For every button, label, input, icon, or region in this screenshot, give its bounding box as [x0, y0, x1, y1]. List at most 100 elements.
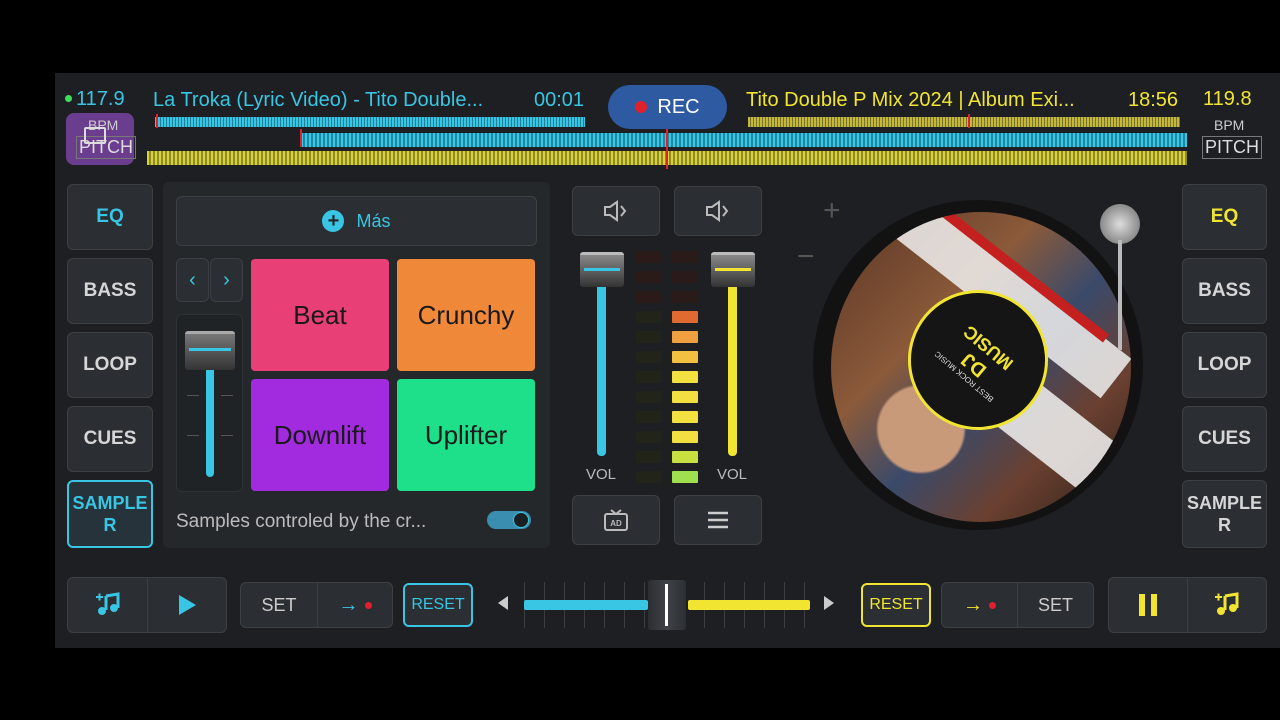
- record-dot-icon: [635, 101, 648, 113]
- vu-right-cell: [672, 371, 698, 383]
- right-music-add-button[interactable]: [1188, 578, 1266, 632]
- more-samples-button[interactable]: + Más: [176, 196, 537, 246]
- left-volume-handle[interactable]: [580, 252, 624, 287]
- right-volume-fader[interactable]: [709, 250, 757, 460]
- crossfader-left-fill: [524, 600, 648, 610]
- right-pitch-label[interactable]: PITCH: [1202, 136, 1262, 159]
- arrow-record-icon: →: [963, 594, 996, 617]
- right-eq-button[interactable]: EQ: [1182, 184, 1267, 250]
- vu-right-cell: [672, 351, 698, 363]
- vu-right-cell: [672, 251, 698, 263]
- more-samples-label: Más: [356, 210, 391, 231]
- vu-left-cell: [636, 251, 662, 263]
- right-reset-button[interactable]: RESET: [861, 583, 931, 627]
- right-loop-button[interactable]: LOOP: [1182, 332, 1267, 398]
- vu-left-cell: [636, 391, 662, 403]
- pad-downlift-label: Downlift: [273, 419, 367, 450]
- left-mini-playhead: [156, 114, 158, 128]
- left-cues-button[interactable]: CUES: [67, 406, 153, 472]
- right-sampler-button[interactable]: SAMPLE R: [1182, 480, 1267, 548]
- pad-crunchy[interactable]: Crunchy: [397, 259, 535, 371]
- rec-button[interactable]: REC: [608, 85, 727, 129]
- vu-right-cell: [672, 331, 698, 343]
- right-track-title: Tito Double P Mix 2024 | Album Exi...: [746, 89, 1075, 111]
- right-bass-button[interactable]: BASS: [1182, 258, 1267, 324]
- vu-left-cell: [636, 271, 662, 283]
- vu-left-cell: [636, 351, 662, 363]
- crossfader-right-fill: [688, 600, 810, 610]
- pad-crunchy-label: Crunchy: [417, 299, 515, 330]
- left-eq-button[interactable]: EQ: [67, 184, 153, 250]
- sampler-control-toggle[interactable]: [487, 511, 531, 529]
- left-music-add-button[interactable]: [68, 578, 148, 632]
- right-mini-waveform[interactable]: [748, 117, 1180, 127]
- right-bpm-value: 119.8: [1203, 88, 1252, 110]
- right-mute-button[interactable]: [674, 186, 762, 236]
- vu-right-cell: [672, 471, 698, 483]
- sampler-footer-text: Samples controled by the cr...: [176, 511, 427, 532]
- pitch-minus[interactable]: −: [797, 240, 815, 274]
- vu-left-cell: [636, 331, 662, 343]
- left-main-playhead: [300, 129, 302, 147]
- pitch-plus[interactable]: +: [823, 194, 841, 228]
- ad-tv-button[interactable]: AD: [572, 495, 660, 545]
- right-vol-label: VOL: [717, 466, 748, 483]
- vu-right-cell: [672, 271, 698, 283]
- right-mini-playhead: [968, 114, 970, 128]
- right-volume-fill: [728, 276, 737, 456]
- crossfader-right-arrow[interactable]: [824, 596, 834, 610]
- left-set-button[interactable]: SET: [241, 583, 318, 627]
- left-mute-button[interactable]: [572, 186, 660, 236]
- vu-right-cell: [672, 431, 698, 443]
- left-volume-fader[interactable]: [578, 250, 626, 460]
- vu-right-cell: [672, 451, 698, 463]
- left-reset-button[interactable]: RESET: [403, 583, 473, 627]
- right-bpm-label: BPM: [1214, 117, 1245, 133]
- vu-right-cell: [672, 311, 698, 323]
- left-mini-waveform[interactable]: [155, 117, 585, 127]
- left-play-button[interactable]: [148, 578, 226, 632]
- left-volume-fill: [597, 276, 606, 456]
- right-go-cue-button[interactable]: →: [942, 583, 1018, 627]
- vu-left-cell: [636, 411, 662, 423]
- vu-left-cell: [636, 471, 662, 483]
- pad-beat[interactable]: Beat: [251, 259, 389, 371]
- sampler-next-button[interactable]: ›: [210, 258, 243, 302]
- pad-beat-label: Beat: [293, 299, 347, 330]
- main-waveform[interactable]: [147, 129, 1187, 169]
- left-track-title: La Troka (Lyric Video) - Tito Double...: [153, 89, 484, 111]
- sampler-slider-handle[interactable]: [185, 331, 235, 370]
- right-track-time: 18:56: [1128, 89, 1179, 111]
- main-playhead: [666, 129, 668, 169]
- vu-left-cell: [636, 291, 662, 303]
- pad-downlift[interactable]: Downlift: [251, 379, 389, 491]
- left-loop-button[interactable]: LOOP: [67, 332, 153, 398]
- vu-right-cell: [672, 291, 698, 303]
- sampler-slider-fill: [206, 367, 214, 477]
- right-pause-button[interactable]: [1109, 578, 1188, 632]
- left-bpm-value: 117.9: [76, 88, 125, 110]
- play-icon: [179, 595, 196, 615]
- pad-uplifter[interactable]: Uplifter: [397, 379, 535, 491]
- crossfader-handle[interactable]: [648, 580, 686, 630]
- hamburger-menu-icon: [708, 511, 728, 529]
- turntable-platter[interactable]: BEST ROCK MUSIC DJ MUSIC: [813, 200, 1143, 530]
- arrow-record-icon: →: [339, 594, 372, 617]
- menu-button[interactable]: [674, 495, 762, 545]
- plus-circle-icon: +: [322, 210, 345, 232]
- screen-cast-icon: [84, 127, 106, 144]
- crossfader[interactable]: [520, 580, 814, 630]
- left-bass-button[interactable]: BASS: [67, 258, 153, 324]
- sampler-prev-button[interactable]: ‹: [176, 258, 209, 302]
- right-cues-button[interactable]: CUES: [1182, 406, 1267, 472]
- tonearm[interactable]: [1100, 204, 1140, 360]
- right-volume-handle[interactable]: [711, 252, 755, 287]
- right-set-button[interactable]: SET: [1018, 583, 1093, 627]
- crossfader-left-arrow[interactable]: [498, 596, 508, 610]
- sampler-volume-slider[interactable]: [176, 314, 243, 492]
- svg-text:AD: AD: [610, 519, 622, 528]
- rec-label: REC: [657, 95, 700, 118]
- left-sampler-button[interactable]: SAMPLE R: [67, 480, 153, 548]
- music-add-icon: [95, 592, 119, 615]
- left-go-cue-button[interactable]: →: [318, 583, 392, 627]
